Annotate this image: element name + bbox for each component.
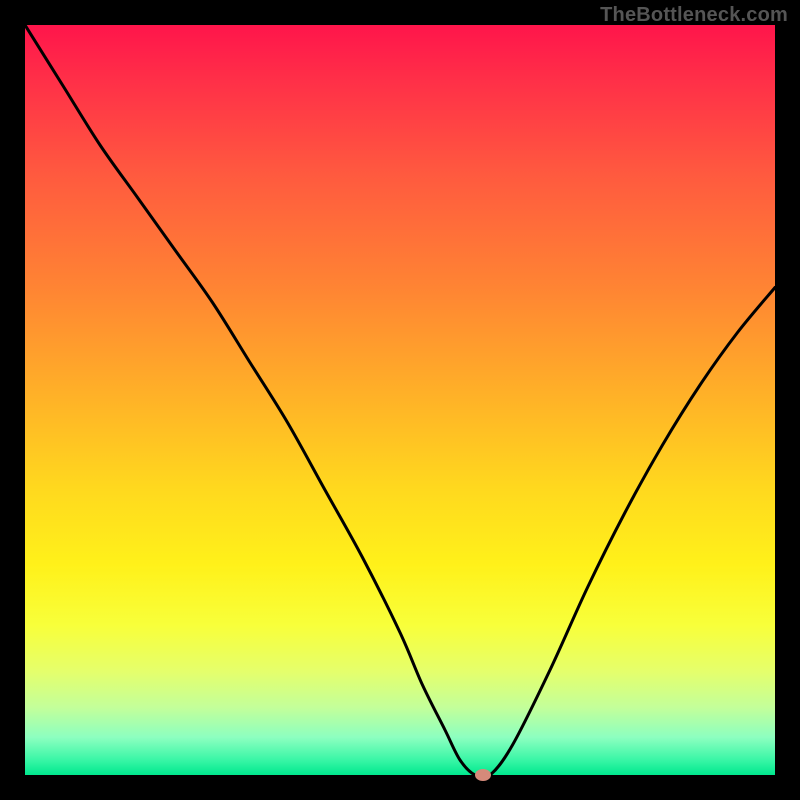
chart-frame: TheBottleneck.com: [0, 0, 800, 800]
bottleneck-curve: [25, 25, 775, 775]
plot-area: [25, 25, 775, 775]
watermark-text: TheBottleneck.com: [600, 4, 788, 27]
bottleneck-curve-path: [25, 25, 775, 775]
optimum-marker: [475, 769, 491, 781]
